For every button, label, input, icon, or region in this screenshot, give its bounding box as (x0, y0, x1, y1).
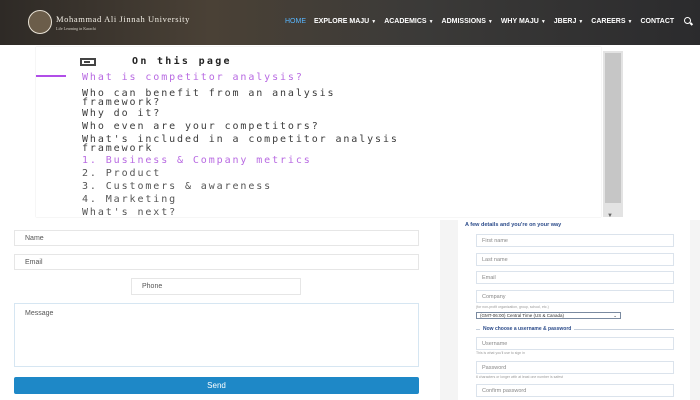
toc-item[interactable]: Who even are your competitors? (82, 122, 320, 132)
phone-field[interactable]: Phone (131, 278, 301, 295)
chevron-down-icon: ▼ (627, 19, 633, 25)
nav-jberj[interactable]: JBERJ ▼ (554, 18, 584, 25)
search-icon[interactable] (684, 17, 693, 26)
nav-admissions[interactable]: ADMISSIONS ▼ (442, 18, 493, 25)
nav-academics[interactable]: ACADEMICS ▼ (384, 18, 433, 25)
nav-label: ADMISSIONS (441, 18, 486, 25)
table-of-contents: On this page What is competitor analysis… (36, 47, 601, 217)
nav-why-maju[interactable]: WHY MAJU ▼ (501, 18, 546, 25)
email-placeholder: Email (482, 274, 496, 281)
university-seal-icon (28, 10, 52, 34)
timezone-select[interactable]: (GMT-06:00) Central Time (US & Canada) ⌄ (476, 312, 621, 319)
toc-item[interactable]: What's included in a competitor analysis… (82, 135, 399, 154)
nav-label: ACADEMICS (384, 18, 427, 25)
company-hint: (for non-profit organization, group, sch… (476, 305, 549, 309)
name-placeholder: Name (25, 234, 44, 242)
last-name-field[interactable]: Last name (476, 253, 674, 266)
chevron-down-icon: ▼ (487, 19, 493, 25)
confirm-password-field[interactable]: Confirm password (476, 384, 674, 397)
toc-item[interactable]: Why do it? (82, 109, 161, 119)
chevron-down-icon: ▼ (578, 19, 584, 25)
university-logo[interactable]: Mohammad Ali Jinnah University Life Lear… (28, 10, 190, 34)
main-nav: HOME EXPLORE MAJU ▼ ACADEMICS ▼ ADMISSIONS… (285, 17, 693, 26)
toc-header: On this page (80, 56, 232, 67)
nav-label: CONTACT (640, 18, 675, 25)
last-name-placeholder: Last name (482, 256, 508, 263)
send-button[interactable]: Send (14, 377, 419, 394)
toc-item[interactable]: What's next? (82, 208, 177, 218)
username-field[interactable]: Username (476, 337, 674, 350)
nav-label: WHY MAJU (500, 18, 539, 25)
nav-label: EXPLORE MAJU (314, 18, 370, 25)
nav-label: CAREERS (591, 18, 626, 25)
toc-item[interactable]: Who can benefit from an analysis framewo… (82, 89, 335, 108)
email-field[interactable]: Email (14, 254, 419, 270)
chevron-down-icon: ▼ (428, 19, 434, 25)
password-field[interactable]: Password (476, 361, 674, 374)
logo-subtitle: Life Learning in Karachi (56, 25, 96, 31)
username-placeholder: Username (482, 340, 508, 347)
toc-item[interactable]: 4. Marketing (82, 195, 177, 205)
toc-item[interactable]: 1. Business & Company metrics (82, 156, 312, 166)
first-name-placeholder: First name (482, 237, 508, 244)
nav-explore-maju[interactable]: EXPLORE MAJU ▼ (314, 18, 376, 25)
nav-home[interactable]: HOME (285, 18, 306, 25)
logo-name: Mohammad Ali Jinnah University (56, 13, 190, 24)
chevron-down-icon: ⌄ (613, 312, 617, 318)
chevron-down-icon: ▼ (371, 19, 377, 25)
toc-item[interactable]: 2. Product (82, 169, 161, 179)
scrollbar[interactable] (603, 51, 623, 217)
username-hint: This is what you'll use to sign in (476, 351, 525, 355)
signup-title: A few details and you're on your way (465, 222, 562, 228)
nav-label: HOME (285, 18, 306, 25)
nav-contact[interactable]: CONTACT (640, 18, 674, 25)
toc-item[interactable]: What is competitor analysis? (82, 73, 304, 83)
timezone-value: (GMT-06:00) Central Time (US & Canada) (480, 313, 565, 318)
company-placeholder: Company (482, 293, 506, 300)
nav-careers[interactable]: CAREERS ▼ (591, 18, 632, 25)
signup-email-field[interactable]: Email (476, 271, 674, 284)
email-placeholder: Email (25, 258, 43, 266)
name-field[interactable]: Name (14, 230, 419, 246)
username-section-title: Now choose a username & password (483, 326, 572, 332)
list-icon (80, 57, 96, 66)
scrollbar-thumb[interactable] (605, 53, 621, 203)
nav-label: JBERJ (553, 18, 577, 25)
toc-item[interactable]: 3. Customers & awareness (82, 182, 272, 192)
site-header: Mohammad Ali Jinnah University Life Lear… (0, 0, 700, 45)
message-field[interactable]: Message (14, 303, 419, 367)
username-section-divider: Now choose a username & password (476, 326, 674, 332)
first-name-field[interactable]: First name (476, 234, 674, 247)
phone-placeholder: Phone (142, 283, 163, 290)
password-placeholder: Password (482, 364, 507, 371)
toc-title: On this page (132, 56, 232, 67)
confirm-password-placeholder: Confirm password (482, 387, 527, 394)
chevron-down-icon: ▼ (540, 19, 546, 25)
page: Mohammad Ali Jinnah University Life Lear… (0, 0, 700, 400)
message-placeholder: Message (25, 310, 54, 317)
password-hint: 6 characters or longer with at least one… (476, 375, 563, 379)
scroll-down-icon[interactable]: ▼ (607, 213, 613, 219)
toc-active-indicator (36, 75, 66, 77)
company-field[interactable]: Company (476, 290, 674, 303)
